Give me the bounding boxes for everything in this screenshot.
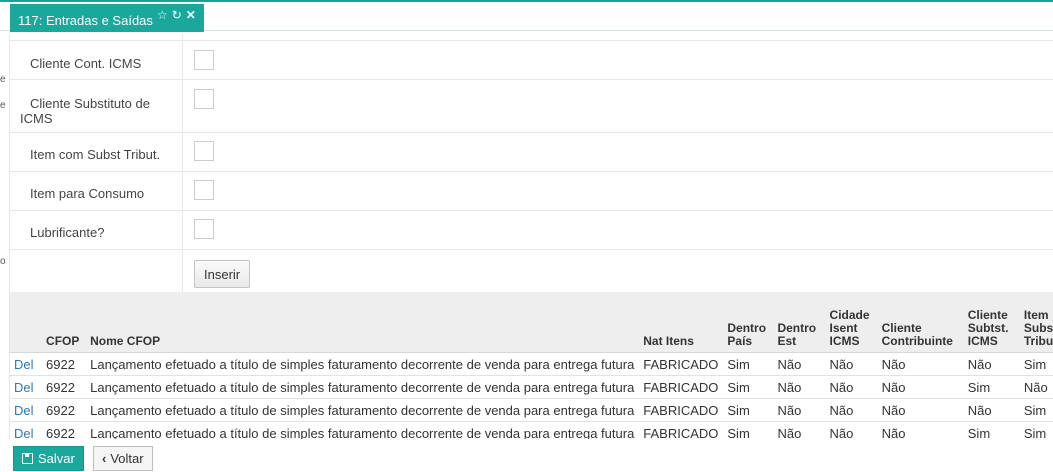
cell-cfop: 6922 bbox=[42, 352, 87, 376]
cell-dentro-pais: Sim bbox=[723, 398, 774, 422]
cell-dentro-est: Não bbox=[773, 421, 826, 439]
cell-cfop: 6922 bbox=[42, 398, 87, 422]
field-item-consumo: Item para Consumo bbox=[10, 172, 1053, 211]
cell-dentro-pais: Sim bbox=[723, 375, 774, 399]
insert-row: Inserir bbox=[10, 250, 1053, 297]
col-cliente-subst-icms[interactable]: Cliente Subtst. ICMS bbox=[963, 292, 1020, 353]
cell-cliente-subst: Sim bbox=[963, 375, 1020, 399]
col-nat-itens[interactable]: Nat Itens bbox=[639, 292, 724, 353]
cell-cidade-isent: Não bbox=[825, 398, 878, 422]
field-cliente-substituto-icms: Cliente Substituto de ICMS bbox=[10, 80, 1053, 133]
col-item-subst-tribut[interactable]: ItemSubstTribut bbox=[1019, 292, 1053, 353]
cell-cidade-isent: Não bbox=[825, 421, 878, 439]
cell-cliente-subst: Sim bbox=[963, 421, 1020, 439]
field-label: Cliente Cont. ICMS bbox=[10, 41, 183, 79]
cell-dentro-est: Não bbox=[773, 375, 826, 399]
main-content: Cliente Cont. ICMS Cliente Substituto de… bbox=[9, 33, 1053, 439]
cell-cidade-isent: Não bbox=[825, 375, 878, 399]
cell-cliente-subst: Não bbox=[963, 352, 1020, 376]
item-subst-tribut-checkbox[interactable] bbox=[194, 141, 214, 161]
delete-link[interactable]: Del bbox=[10, 398, 43, 422]
col-nome-cfop[interactable]: Nome CFOP bbox=[86, 292, 640, 353]
field-item-subst-tribut: Item com Subst Tribut. bbox=[10, 133, 1053, 172]
cell-cidade-isent: Não bbox=[825, 352, 878, 376]
delete-link[interactable]: Del bbox=[10, 421, 43, 439]
insert-button[interactable]: Inserir bbox=[194, 260, 251, 288]
item-consumo-checkbox[interactable] bbox=[194, 180, 214, 200]
tab-title: 117: Entradas e Saídas bbox=[18, 12, 153, 28]
field-label: Item com Subst Tribut. bbox=[10, 133, 183, 171]
star-icon[interactable]: ☆ bbox=[157, 8, 168, 22]
close-icon[interactable]: ✕ bbox=[186, 8, 196, 22]
cell-nat-itens: FABRICADO bbox=[639, 398, 724, 422]
table-row: Del 6922 Lançamento efetuado a título de… bbox=[10, 352, 1053, 376]
field-label: Item para Consumo bbox=[10, 172, 183, 210]
field-label: Cliente Substituto de ICMS bbox=[10, 80, 183, 132]
save-button[interactable]: Salvar bbox=[13, 446, 84, 471]
cfop-table: CFOP Nome CFOP Nat Itens Dentro País Dent… bbox=[10, 292, 1053, 439]
cell-nat-itens: FABRICADO bbox=[639, 352, 724, 376]
cell-item-subst: Não bbox=[1019, 375, 1053, 399]
cell-nome-cfop: Lançamento efetuado a título de simples … bbox=[86, 375, 640, 399]
cell-cliente-contrib: Não bbox=[877, 421, 964, 439]
left-fragment: e bbox=[0, 74, 6, 85]
col-cfop[interactable]: CFOP bbox=[42, 292, 87, 353]
lubrificante-checkbox[interactable] bbox=[194, 219, 214, 239]
table-header-row: CFOP Nome CFOP Nat Itens Dentro País Dent… bbox=[10, 292, 1053, 353]
delete-link[interactable]: Del bbox=[10, 352, 43, 376]
back-button[interactable]: ‹ Voltar bbox=[93, 446, 153, 471]
field-lubrificante: Lubrificante? bbox=[10, 211, 1053, 250]
form-top-spacer bbox=[10, 33, 1053, 41]
left-fragment: o bbox=[0, 256, 6, 267]
cell-nome-cfop: Lançamento efetuado a título de simples … bbox=[86, 421, 640, 439]
cell-cliente-contrib: Não bbox=[877, 398, 964, 422]
delete-link[interactable]: Del bbox=[10, 375, 43, 399]
cell-nat-itens: FABRICADO bbox=[639, 421, 724, 439]
back-label: Voltar bbox=[110, 451, 144, 466]
floppy-disk-icon bbox=[22, 453, 33, 464]
footer-actions: Salvar ‹ Voltar bbox=[0, 440, 1053, 472]
cell-item-subst: Sim bbox=[1019, 352, 1053, 376]
refresh-icon[interactable]: ↻ bbox=[172, 8, 182, 22]
cell-nat-itens: FABRICADO bbox=[639, 375, 724, 399]
left-fragment: e bbox=[0, 100, 6, 111]
cell-nome-cfop: Lançamento efetuado a título de simples … bbox=[86, 398, 640, 422]
table-row: Del 6922 Lançamento efetuado a título de… bbox=[10, 421, 1053, 439]
cell-dentro-pais: Sim bbox=[723, 421, 774, 439]
col-cliente-contribuinte[interactable]: Cliente Contribuinte bbox=[877, 292, 964, 353]
cliente-substituto-icms-checkbox[interactable] bbox=[194, 89, 214, 109]
save-label: Salvar bbox=[38, 451, 75, 466]
cell-cliente-subst: Não bbox=[963, 398, 1020, 422]
cell-nome-cfop: Lançamento efetuado a título de simples … bbox=[86, 352, 640, 376]
cell-cliente-contrib: Não bbox=[877, 352, 964, 376]
cell-cfop: 6922 bbox=[42, 421, 87, 439]
cell-cfop: 6922 bbox=[42, 375, 87, 399]
cell-item-subst: Sim bbox=[1019, 398, 1053, 422]
cell-dentro-est: Não bbox=[773, 352, 826, 376]
field-label: Lubrificante? bbox=[10, 211, 183, 249]
field-cliente-cont-icms: Cliente Cont. ICMS bbox=[10, 41, 1053, 80]
col-cidade-isent-icms[interactable]: Cidade Isent ICMS bbox=[825, 292, 878, 353]
cell-dentro-est: Não bbox=[773, 398, 826, 422]
tab-bar: 117: Entradas e Saídas ☆ ↻ ✕ bbox=[0, 2, 1053, 32]
col-dentro-est[interactable]: Dentro Est bbox=[773, 292, 826, 353]
table-row: Del 6922 Lançamento efetuado a título de… bbox=[10, 375, 1053, 399]
cliente-cont-icms-checkbox[interactable] bbox=[194, 50, 214, 70]
cell-cliente-contrib: Não bbox=[877, 375, 964, 399]
chevron-left-icon: ‹ bbox=[102, 451, 107, 466]
cell-dentro-pais: Sim bbox=[723, 352, 774, 376]
table-row: Del 6922 Lançamento efetuado a título de… bbox=[10, 398, 1053, 422]
col-dentro-pais[interactable]: Dentro País bbox=[723, 292, 774, 353]
cell-item-subst: Sim bbox=[1019, 421, 1053, 439]
tab-entradas-saidas[interactable]: 117: Entradas e Saídas ☆ ↻ ✕ bbox=[10, 4, 204, 32]
